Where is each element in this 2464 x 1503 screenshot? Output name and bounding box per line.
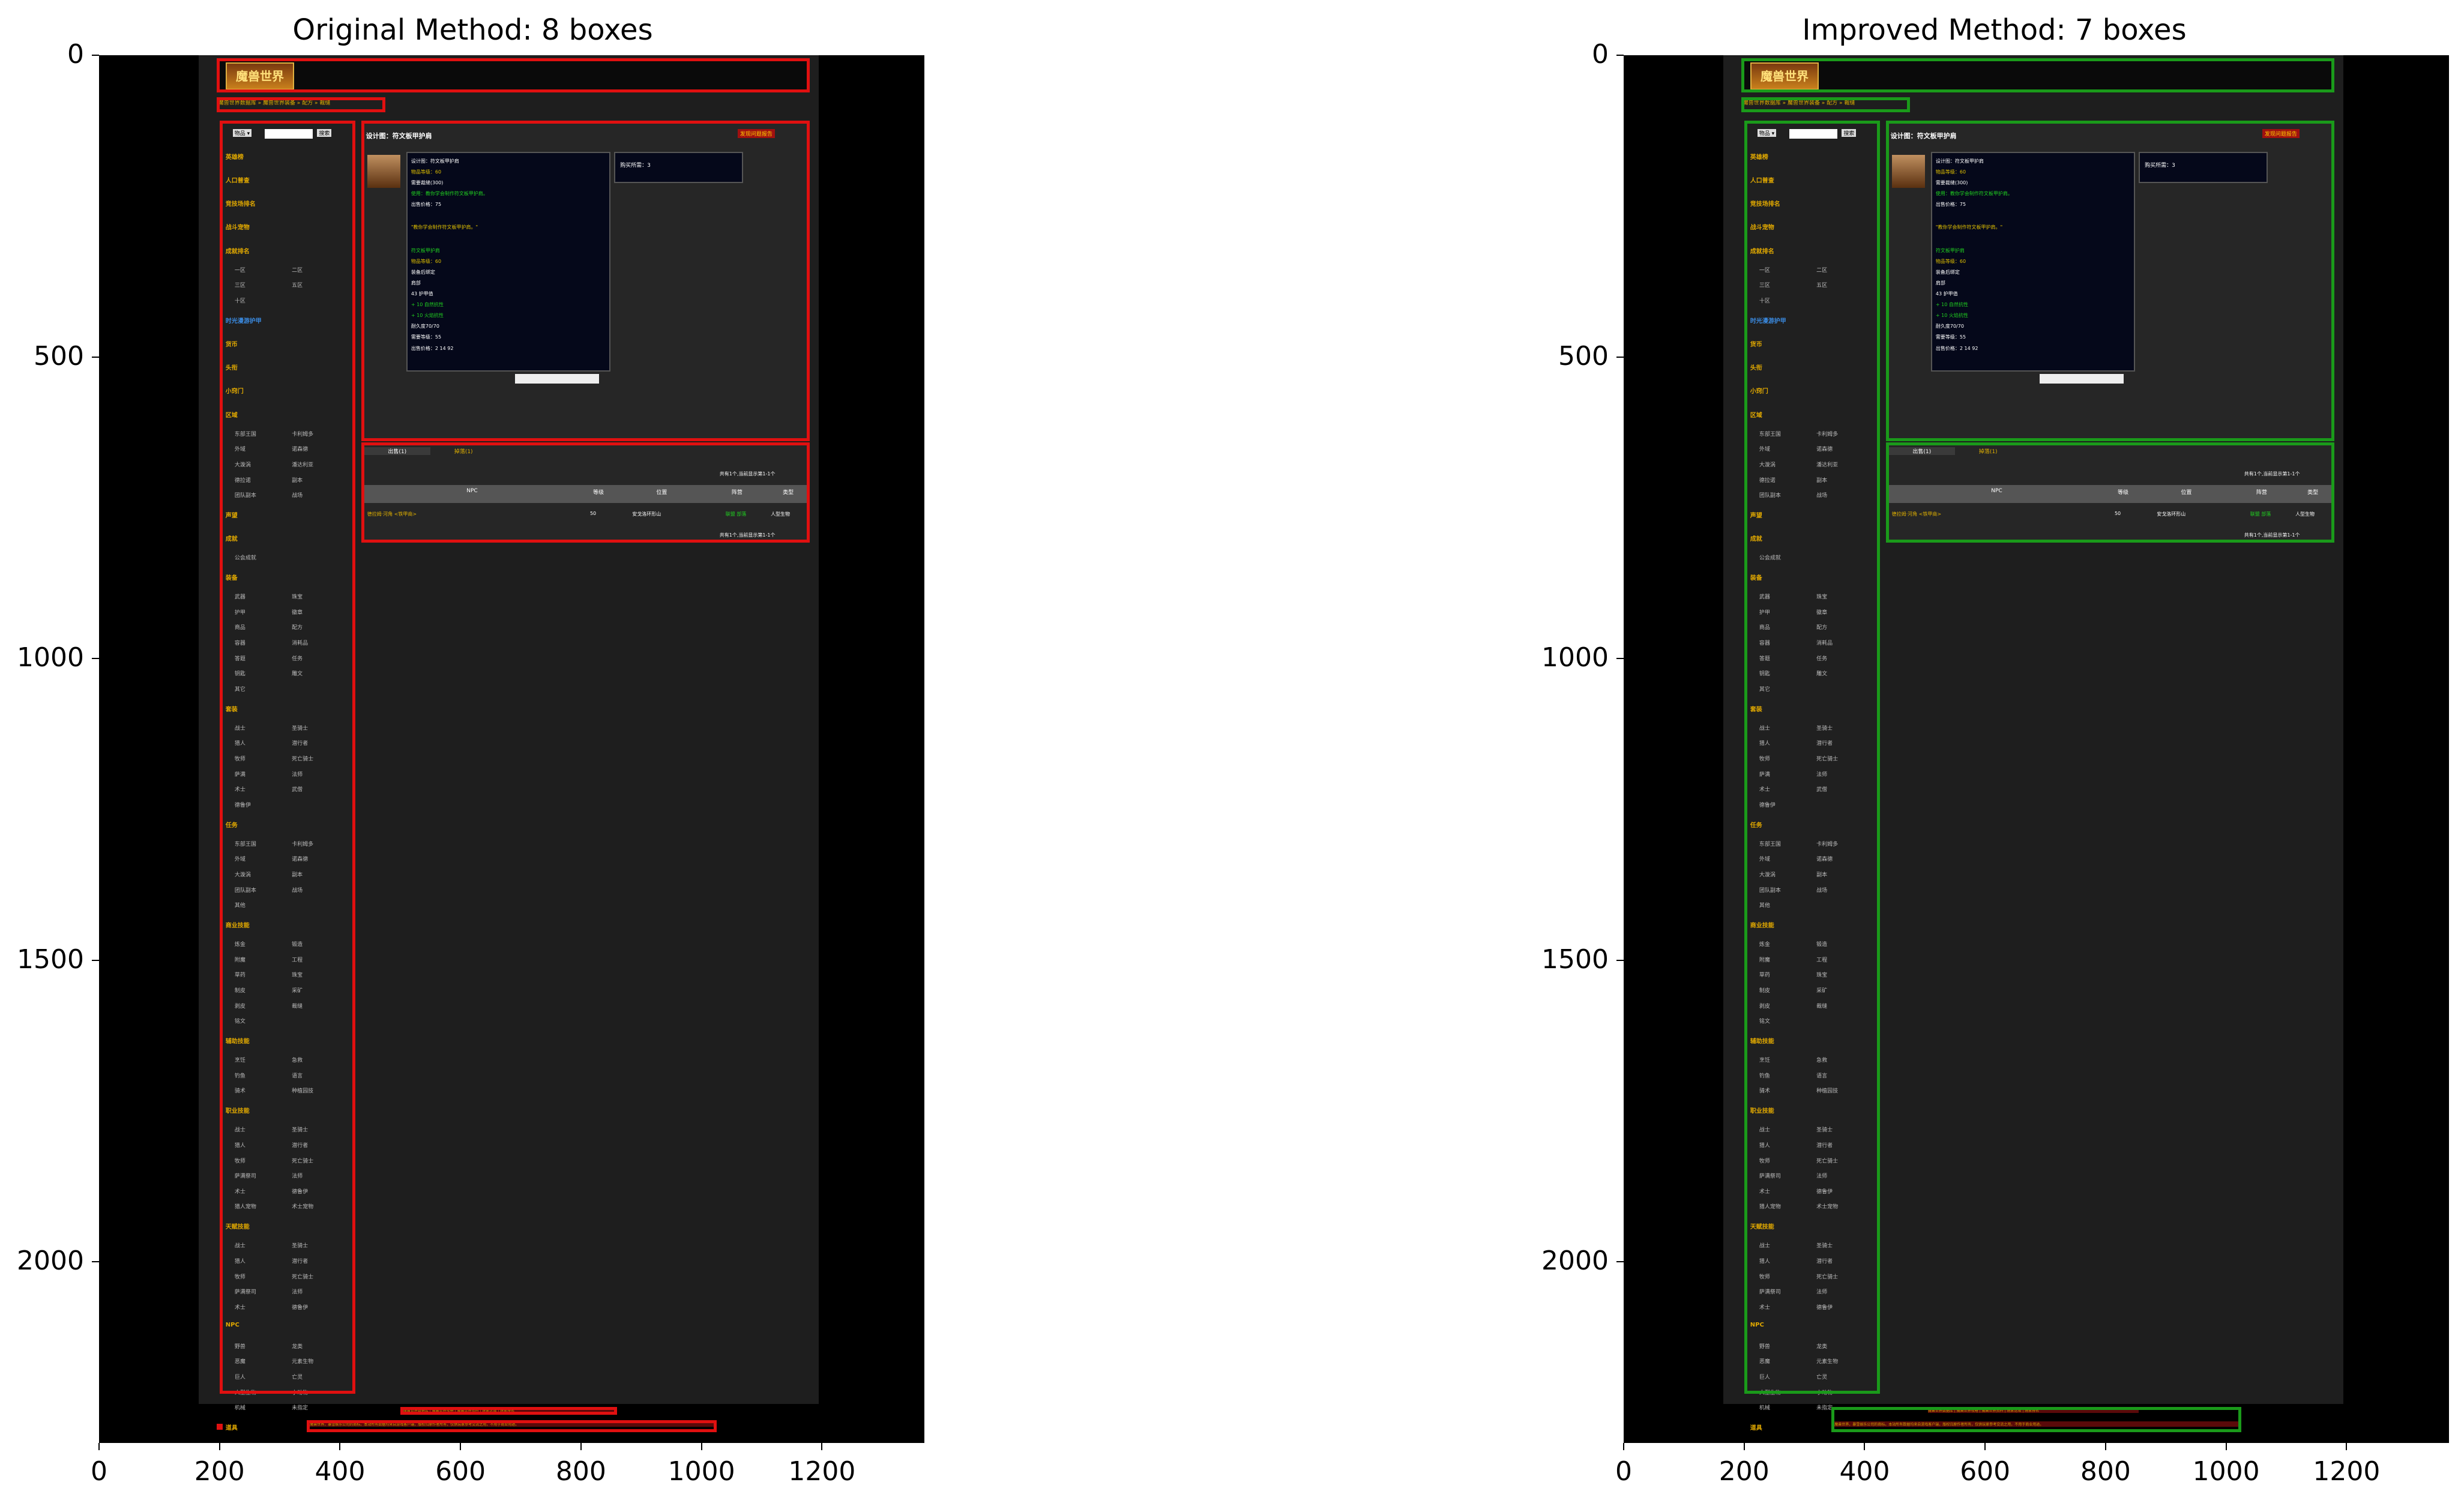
x-tick-mark [339,1443,341,1450]
bounding-box [361,442,810,543]
x-tick-label: 800 [555,1456,606,1487]
bounding-box [216,58,810,93]
x-tick-mark [98,1443,100,1450]
bounding-box [1744,120,1880,1394]
x-tick-label: 200 [194,1456,245,1487]
sidebar-item: 书籍 [292,1442,303,1443]
x-tick-mark [460,1443,462,1450]
bounding-box [219,120,355,1394]
y-tick-mark [92,55,99,56]
bounding-box [1831,1406,2241,1432]
bounding-box [1885,120,2335,442]
sidebar-item: 机械 [234,1405,245,1412]
x-tick-mark [2346,1443,2348,1450]
x-tick-label: 400 [1839,1456,1890,1487]
x-tick-label: 1000 [2192,1456,2260,1487]
sidebar-item: 任务物品 [235,1442,256,1443]
x-tick-label: 200 [1718,1456,1770,1487]
y-tick-label: 1000 [1541,642,1609,673]
axes-area: 魔兽世界 魔兽世界数据库 » 魔兽世界装备 » 配方 » 裁缝 物品 ▾ 搜索 英雄榜人… [1624,55,2449,1443]
chart-title: Improved Method: 7 boxes [1802,13,2187,47]
x-tick-mark [1623,1443,1624,1450]
sidebar-section-title: 道具 [225,1424,238,1432]
y-tick-label: 2000 [17,1245,84,1277]
x-tick-label: 400 [315,1456,366,1487]
y-tick-label: 0 [67,39,84,70]
sidebar-item: 书籍 [1816,1442,1827,1443]
x-tick-mark [2225,1443,2227,1450]
x-tick-mark [218,1443,220,1450]
sidebar-item: 任务物品 [1759,1442,1781,1443]
chart-title: Original Method: 8 boxes [292,13,653,47]
bounding-box [216,1423,223,1430]
x-tick-mark [821,1443,823,1450]
y-tick-mark [1616,959,1624,961]
x-tick-mark [1743,1443,1745,1450]
x-tick-mark [1984,1443,1986,1450]
x-tick-label: 1000 [667,1456,735,1487]
bounding-box [400,1406,618,1415]
y-tick-label: 1500 [17,944,84,975]
x-tick-label: 0 [1615,1456,1632,1487]
bounding-box [216,97,385,113]
y-tick-label: 500 [1558,340,1609,372]
panel-original: Original Method: 8 boxes 魔兽世界 魔兽世界数据库 » 魔… [0,0,945,1503]
x-tick-mark [2104,1443,2106,1450]
y-tick-label: 0 [1592,39,1609,70]
bounding-box [1741,58,2335,93]
sidebar-item: 机械 [1759,1405,1770,1412]
y-tick-label: 500 [34,340,84,372]
y-tick-mark [1616,1261,1624,1263]
sidebar-item: 未指定 [1816,1405,1833,1412]
bounding-box [1741,97,1910,113]
panel-improved: Improved Method: 7 boxes 魔兽世界 魔兽世界数据库 » 魔… [1525,0,2464,1503]
y-tick-mark [92,1261,99,1263]
sidebar-item: 未指定 [292,1405,309,1412]
y-tick-label: 1000 [17,642,84,673]
x-tick-label: 600 [1960,1456,2011,1487]
x-tick-mark [700,1443,702,1450]
y-tick-mark [92,356,99,358]
bounding-box [1885,442,2335,543]
x-tick-label: 800 [2080,1456,2131,1487]
y-tick-mark [1616,55,1624,56]
x-tick-label: 1200 [2313,1456,2381,1487]
y-tick-mark [92,658,99,660]
x-tick-mark [580,1443,582,1450]
y-tick-mark [92,959,99,961]
sidebar-section-title: 道具 [1750,1424,1762,1432]
bounding-box [307,1420,717,1432]
y-tick-mark [1616,356,1624,358]
y-tick-label: 2000 [1541,1245,1609,1277]
x-tick-mark [1864,1443,1866,1450]
x-tick-label: 0 [91,1456,107,1487]
y-tick-mark [1616,658,1624,660]
x-tick-label: 600 [435,1456,486,1487]
y-tick-label: 1500 [1541,944,1609,975]
axes-area: 魔兽世界 魔兽世界数据库 » 魔兽世界装备 » 配方 » 裁缝 物品 ▾ 搜索 英雄榜人… [99,55,924,1443]
x-tick-label: 1200 [788,1456,856,1487]
bounding-box [361,120,810,442]
